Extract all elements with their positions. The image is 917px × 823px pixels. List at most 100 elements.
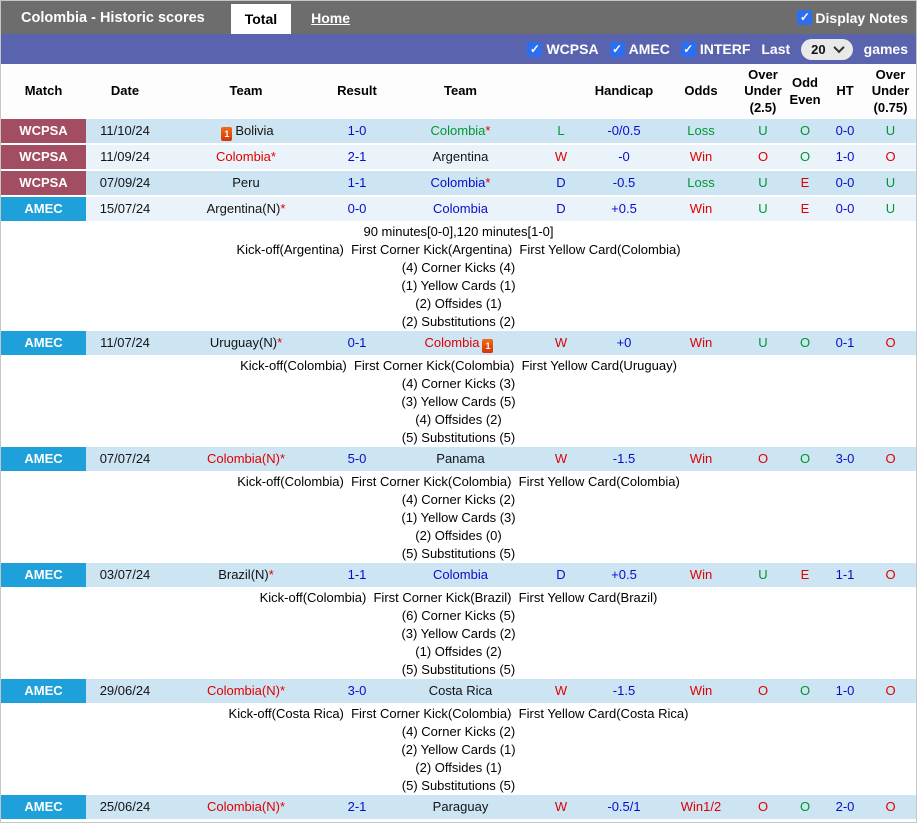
team-name: Colombia [431, 123, 486, 138]
detail-stat-line: (2) Offsides (1) [1, 759, 916, 777]
result-letter-cell: D [535, 171, 587, 195]
games-count-select[interactable]: 20 [801, 39, 852, 60]
detail-stat-line: (2) Offsides (0) [1, 527, 916, 545]
over-under-25-cell: O [741, 447, 785, 471]
match-detail-block: Kick-off(Costa Rica) First Corner Kick(C… [1, 705, 916, 795]
ht-cell: 0-1 [825, 331, 865, 355]
result-letter-cell: L [535, 119, 587, 143]
score-cell: 0-0 [328, 197, 386, 221]
column-header-away: Team [386, 64, 535, 119]
ht-cell: 0-0 [825, 119, 865, 143]
detail-stat-line: (5) Substitutions (5) [1, 545, 916, 563]
odds-cell: Loss [661, 119, 741, 143]
score-cell: 2-1 [328, 795, 386, 819]
over-under-25-cell: O [741, 145, 785, 169]
home-team-cell: Brazil(N)* [164, 563, 328, 587]
away-team-cell: Costa Rica [386, 679, 535, 703]
over-under-25-cell: O [741, 679, 785, 703]
team-name: Colombia [433, 567, 488, 582]
handicap-cell: +0 [587, 331, 661, 355]
match-detail-block: Kick-off(Colombia) First Corner Kick(Col… [1, 357, 916, 447]
team-name: Colombia [425, 335, 480, 350]
column-header-ht: HT [825, 64, 865, 119]
detail-stat-line: (4) Corner Kicks (2) [1, 491, 916, 509]
display-notes-toggle[interactable]: ✓ Display Notes [797, 10, 908, 26]
over-under-075-cell: O [865, 447, 916, 471]
ht-cell: 1-0 [825, 679, 865, 703]
odd-even-cell: O [785, 119, 825, 143]
odds-cell: Win [661, 197, 741, 221]
ht-cell: 0-0 [825, 171, 865, 195]
match-detail-block: 90 minutes[0-0],120 minutes[1-0]Kick-off… [1, 223, 916, 331]
display-notes-label: Display Notes [815, 10, 908, 26]
detail-stat-line: (4) Corner Kicks (3) [1, 375, 916, 393]
result-letter-cell: D [535, 563, 587, 587]
detail-firsts-line: Kick-off(Colombia) First Corner Kick(Bra… [1, 589, 916, 607]
over-under-075-cell: U [865, 197, 916, 221]
odds-cell: Win [661, 679, 741, 703]
home-team-cell: Argentina(N)* [164, 197, 328, 221]
team-name: Argentina(N) [207, 201, 281, 216]
away-team-cell: Colombia* [386, 119, 535, 143]
column-header-ou25: Over Under (2.5) [741, 64, 785, 119]
match-badge: WCPSA [1, 145, 86, 169]
team-star: * [485, 123, 490, 138]
team-name: Costa Rica [429, 683, 493, 698]
tab-total-label: Total [245, 11, 277, 27]
league-checkbox-wcpsa[interactable]: ✓WCPSA [527, 41, 598, 57]
handicap-cell: -0 [587, 145, 661, 169]
ht-cell: 2-0 [825, 795, 865, 819]
column-header-score: Result [328, 64, 386, 119]
checkbox-checked-icon[interactable]: ✓ [610, 42, 625, 57]
home-team-cell: Colombia(N)* [164, 795, 328, 819]
date-cell: 11/09/24 [86, 145, 164, 169]
team-name: Uruguay(N) [210, 335, 277, 350]
odd-even-cell: O [785, 679, 825, 703]
detail-stat-line: (4) Offsides (2) [1, 411, 916, 429]
detail-firsts-line: Kick-off(Argentina) First Corner Kick(Ar… [1, 241, 916, 259]
detail-stat-line: (6) Corner Kicks (5) [1, 607, 916, 625]
checkbox-checked-icon[interactable]: ✓ [797, 10, 812, 25]
match-badge: AMEC [1, 331, 86, 355]
match-row: AMEC29/06/24Colombia(N)*3-0Costa RicaW-1… [1, 679, 916, 705]
team-star: * [280, 201, 285, 216]
column-header-date: Date [86, 64, 164, 119]
tab-home[interactable]: Home [311, 10, 350, 26]
result-letter-cell: W [535, 447, 587, 471]
over-under-25-cell: U [741, 119, 785, 143]
result-letter-cell: W [535, 795, 587, 819]
detail-stat-line: (5) Substitutions (5) [1, 777, 916, 795]
checkbox-checked-icon[interactable]: ✓ [527, 42, 542, 57]
match-detail-block: Kick-off(Colombia) First Corner Kick(Bra… [1, 589, 916, 679]
team-name: Colombia [431, 175, 486, 190]
league-checkbox-interf[interactable]: ✓INTERF [681, 41, 751, 57]
match-badge: WCPSA [1, 171, 86, 195]
away-team-cell: Colombia* [386, 171, 535, 195]
team-star: * [485, 175, 490, 190]
home-team-cell: Colombia(N)* [164, 679, 328, 703]
away-team-cell: Paraguay [386, 795, 535, 819]
checkbox-checked-icon[interactable]: ✓ [681, 42, 696, 57]
ht-cell: 3-0 [825, 447, 865, 471]
match-row: WCPSA07/09/24Peru1-1Colombia*D-0.5LossUE… [1, 171, 916, 197]
league-checkbox-amec[interactable]: ✓AMEC [610, 41, 670, 57]
odds-cell: Win [661, 563, 741, 587]
away-team-cell: Colombia1 [386, 331, 535, 355]
match-badge: WCPSA [1, 119, 86, 143]
date-cell: 07/07/24 [86, 447, 164, 471]
column-header-league: Match [1, 64, 86, 119]
team-name: Colombia(N) [207, 683, 280, 698]
match-row: AMEC07/07/24Colombia(N)*5-0PanamaW-1.5Wi… [1, 447, 916, 473]
match-row: AMEC03/07/24Brazil(N)*1-1ColombiaD+0.5Wi… [1, 563, 916, 589]
detail-stat-line: (2) Substitutions (2) [1, 313, 916, 331]
odd-even-cell: O [785, 331, 825, 355]
match-badge: AMEC [1, 563, 86, 587]
last-label: Last [761, 41, 790, 57]
over-under-075-cell: O [865, 331, 916, 355]
tab-total[interactable]: Total [231, 4, 291, 34]
detail-firsts-line: Kick-off(Costa Rica) First Corner Kick(C… [1, 705, 916, 723]
date-cell: 11/10/24 [86, 119, 164, 143]
team-name: Colombia(N) [207, 799, 280, 814]
match-row: WCPSA11/09/24Colombia*2-1ArgentinaW-0Win… [1, 145, 916, 171]
result-letter-cell: W [535, 679, 587, 703]
